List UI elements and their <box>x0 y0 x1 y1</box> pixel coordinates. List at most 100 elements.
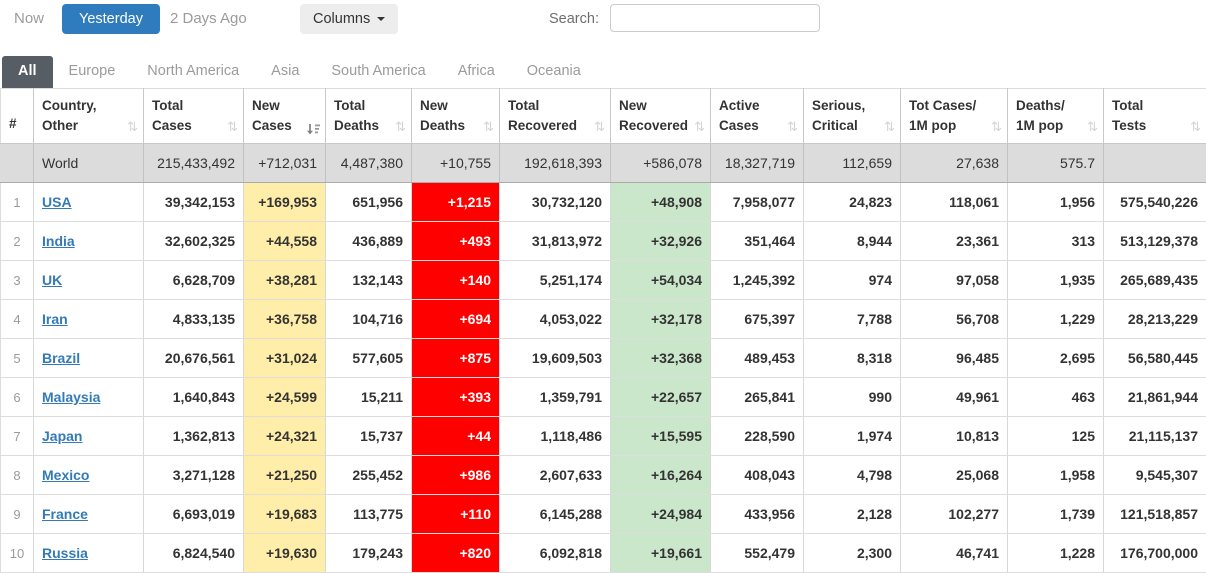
country-link[interactable]: USA <box>42 194 72 210</box>
deaths-1m-cell: 1,958 <box>1008 456 1104 495</box>
tot-cases-1m-cell: 96,485 <box>901 339 1008 378</box>
country-cell: India <box>34 222 144 261</box>
country-cell: Mexico <box>34 456 144 495</box>
tot-cases-1m-cell: 27,638 <box>901 144 1008 183</box>
rank-cell: 4 <box>1 300 34 339</box>
columns-dropdown-button[interactable]: Columns <box>300 4 398 34</box>
sort-both-icon: ⇅ <box>395 117 406 137</box>
country-row-malaysia: 6Malaysia1,640,843+24,59915,211+3931,359… <box>1 378 1206 417</box>
col-header-total-tests[interactable]: TotalTests⇅ <box>1104 89 1206 144</box>
country-row-india: 2India32,602,325+44,558436,889+49331,813… <box>1 222 1206 261</box>
col-header-new-cases[interactable]: NewCases <box>244 89 326 144</box>
country-link[interactable]: Iran <box>42 311 68 327</box>
region-tabs: AllEuropeNorth AmericaAsiaSouth AmericaA… <box>0 55 1206 88</box>
new-deaths-cell: +110 <box>412 495 500 534</box>
tab-europe[interactable]: Europe <box>53 56 132 88</box>
serious-critical-cell: 8,944 <box>804 222 901 261</box>
new-recovered-cell: +32,368 <box>611 339 711 378</box>
active-cases-cell: 433,956 <box>711 495 804 534</box>
total-recovered-cell: 5,251,174 <box>500 261 611 300</box>
country-link[interactable]: Malaysia <box>42 389 100 405</box>
sort-both-icon: ⇅ <box>1190 117 1201 137</box>
col-header-country[interactable]: Country,Other⇅ <box>34 89 144 144</box>
header-label: Tot Cases/ <box>909 98 976 113</box>
search-input[interactable] <box>610 4 820 32</box>
rank-cell: 8 <box>1 456 34 495</box>
header-label: Deaths <box>420 118 465 133</box>
col-header-serious-critical[interactable]: Serious,Critical⇅ <box>804 89 901 144</box>
rank-cell: 6 <box>1 378 34 417</box>
deaths-1m-cell: 575.7 <box>1008 144 1104 183</box>
new-cases-cell: +36,758 <box>244 300 326 339</box>
col-header-rank: # <box>1 89 34 144</box>
tot-cases-1m-cell: 25,068 <box>901 456 1008 495</box>
sort-both-icon: ⇅ <box>483 117 494 137</box>
tab-north-america[interactable]: North America <box>131 56 255 88</box>
country-link[interactable]: Japan <box>42 428 82 444</box>
col-header-total-cases[interactable]: TotalCases⇅ <box>144 89 244 144</box>
country-cell: France <box>34 495 144 534</box>
col-header-new-recovered[interactable]: NewRecovered⇅ <box>611 89 711 144</box>
total-deaths-cell: 577,605 <box>326 339 412 378</box>
active-cases-cell: 7,958,077 <box>711 183 804 222</box>
yesterday-button[interactable]: Yesterday <box>62 4 160 34</box>
total-recovered-cell: 19,609,503 <box>500 339 611 378</box>
serious-critical-cell: 990 <box>804 378 901 417</box>
two-days-ago-button[interactable]: 2 Days Ago <box>170 10 247 27</box>
country-cell: Brazil <box>34 339 144 378</box>
header-label: # <box>9 116 17 131</box>
new-recovered-cell: +586,078 <box>611 144 711 183</box>
new-deaths-cell: +10,755 <box>412 144 500 183</box>
col-header-total-recovered[interactable]: TotalRecovered⇅ <box>500 89 611 144</box>
rank-cell: 5 <box>1 339 34 378</box>
country-row-russia: 10Russia6,824,540+19,630179,243+8206,092… <box>1 534 1206 573</box>
total-deaths-cell: 179,243 <box>326 534 412 573</box>
new-deaths-cell: +140 <box>412 261 500 300</box>
col-header-active-cases[interactable]: ActiveCases⇅ <box>711 89 804 144</box>
country-link[interactable]: India <box>42 233 75 249</box>
tab-all[interactable]: All <box>2 56 53 88</box>
col-header-new-deaths[interactable]: NewDeaths⇅ <box>412 89 500 144</box>
new-deaths-cell: +493 <box>412 222 500 261</box>
total-recovered-cell: 6,145,288 <box>500 495 611 534</box>
total-deaths-cell: 651,956 <box>326 183 412 222</box>
tab-south-america[interactable]: South America <box>315 56 441 88</box>
total-tests-cell: 9,545,307 <box>1104 456 1206 495</box>
col-header-total-deaths[interactable]: TotalDeaths⇅ <box>326 89 412 144</box>
country-link[interactable]: France <box>42 506 88 522</box>
tab-oceania[interactable]: Oceania <box>511 56 597 88</box>
new-recovered-cell: +48,908 <box>611 183 711 222</box>
deaths-1m-cell: 1,739 <box>1008 495 1104 534</box>
tab-africa[interactable]: Africa <box>442 56 511 88</box>
country-link[interactable]: Mexico <box>42 467 89 483</box>
country-row-iran: 4Iran4,833,135+36,758104,716+6944,053,02… <box>1 300 1206 339</box>
search-label: Search: <box>549 11 599 27</box>
serious-critical-cell: 112,659 <box>804 144 901 183</box>
col-header-tot-cases-1m[interactable]: Tot Cases/1M pop⇅ <box>901 89 1008 144</box>
tab-asia[interactable]: Asia <box>255 56 315 88</box>
sort-both-icon: ⇅ <box>127 117 138 137</box>
sort-both-icon: ⇅ <box>884 117 895 137</box>
total-cases-cell: 3,271,128 <box>144 456 244 495</box>
deaths-1m-cell: 313 <box>1008 222 1104 261</box>
deaths-1m-cell: 2,695 <box>1008 339 1104 378</box>
rank-cell: 10 <box>1 534 34 573</box>
header-label: Cases <box>152 118 192 133</box>
active-cases-cell: 1,245,392 <box>711 261 804 300</box>
world-total-row: World215,433,492+712,0314,487,380+10,755… <box>1 144 1206 183</box>
total-tests-cell: 575,540,226 <box>1104 183 1206 222</box>
rank-cell: 9 <box>1 495 34 534</box>
col-header-deaths-1m[interactable]: Deaths/1M pop⇅ <box>1008 89 1104 144</box>
country-cell: Russia <box>34 534 144 573</box>
country-link[interactable]: Brazil <box>42 350 80 366</box>
total-recovered-cell: 192,618,393 <box>500 144 611 183</box>
active-cases-cell: 552,479 <box>711 534 804 573</box>
new-recovered-cell: +22,657 <box>611 378 711 417</box>
country-row-japan: 7Japan1,362,813+24,32115,737+441,118,486… <box>1 417 1206 456</box>
country-link[interactable]: Russia <box>42 545 88 561</box>
header-label: Total <box>1112 98 1143 113</box>
new-recovered-cell: +15,595 <box>611 417 711 456</box>
deaths-1m-cell: 125 <box>1008 417 1104 456</box>
country-link[interactable]: UK <box>42 272 62 288</box>
now-button[interactable]: Now <box>14 10 44 27</box>
